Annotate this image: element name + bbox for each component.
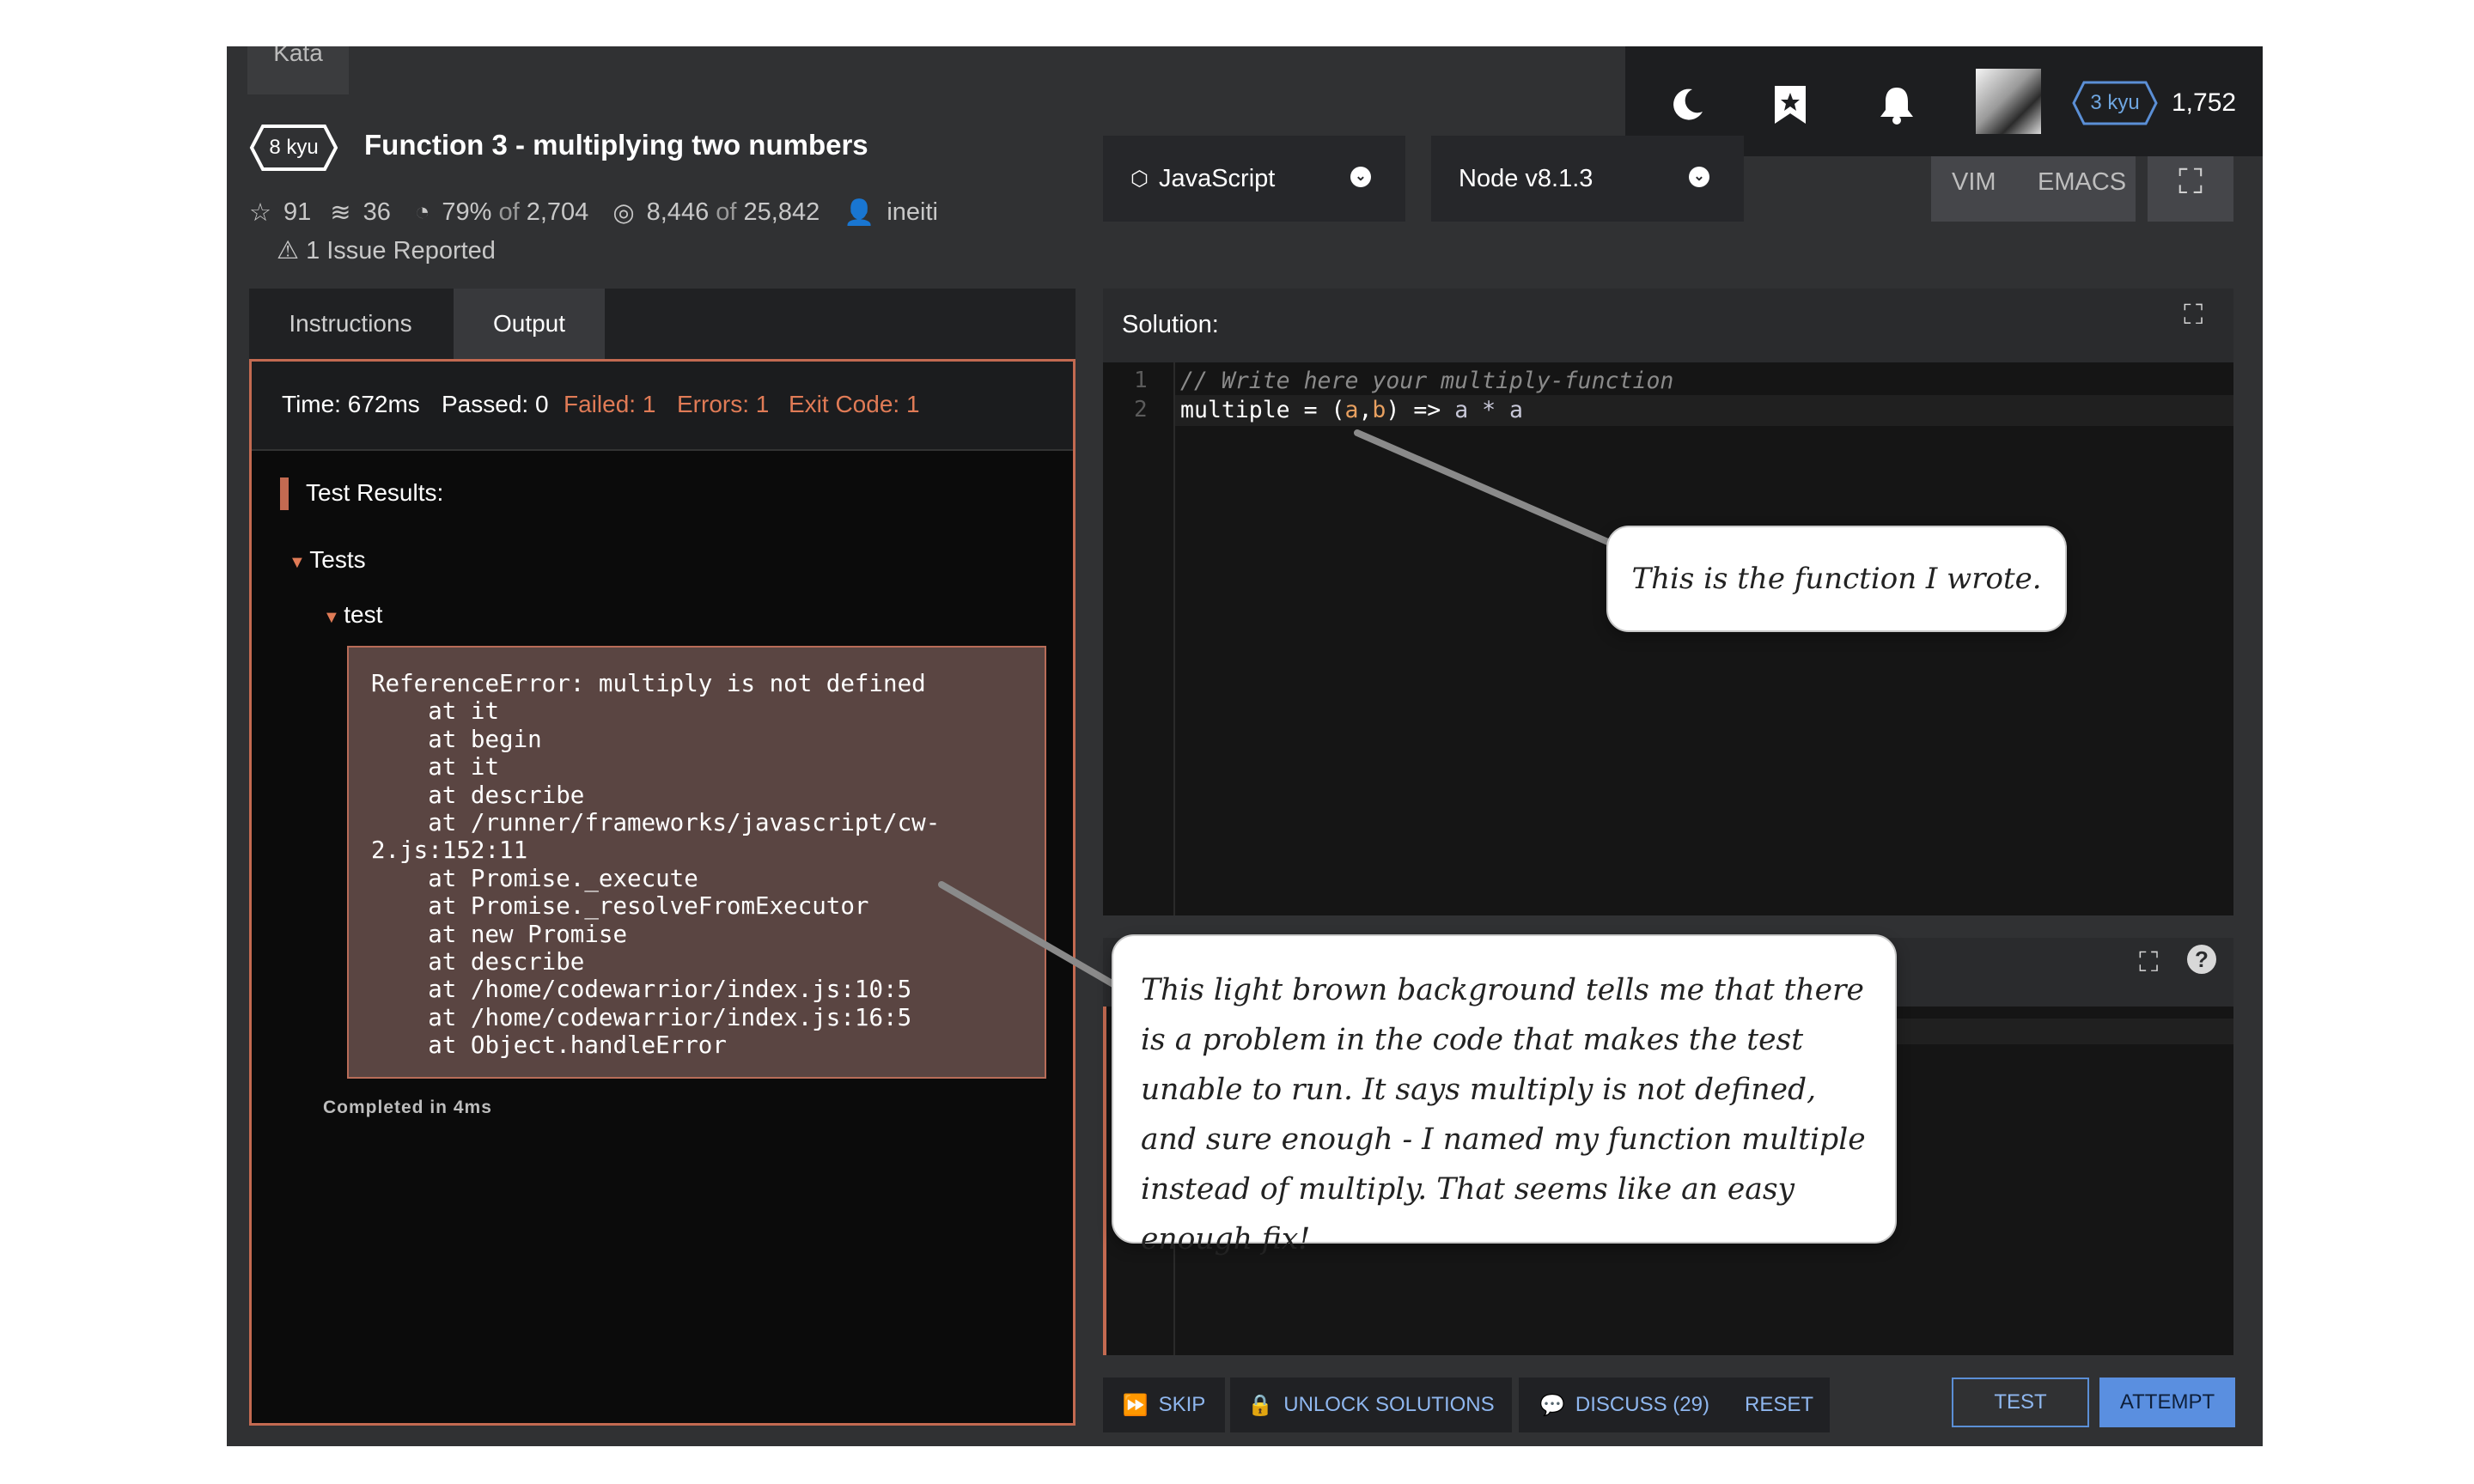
annotation-callout-function: This is the function I wrote. — [1606, 526, 2067, 632]
pointer-line-1 — [1354, 429, 1613, 546]
callout-text: This is the function I wrote. — [1631, 562, 2042, 596]
callout-text: This light brown background tells me tha… — [1141, 973, 1866, 1256]
pointer-line-2 — [938, 881, 1117, 988]
annotation-callout-error: This light brown background tells me tha… — [1112, 934, 1897, 1256]
